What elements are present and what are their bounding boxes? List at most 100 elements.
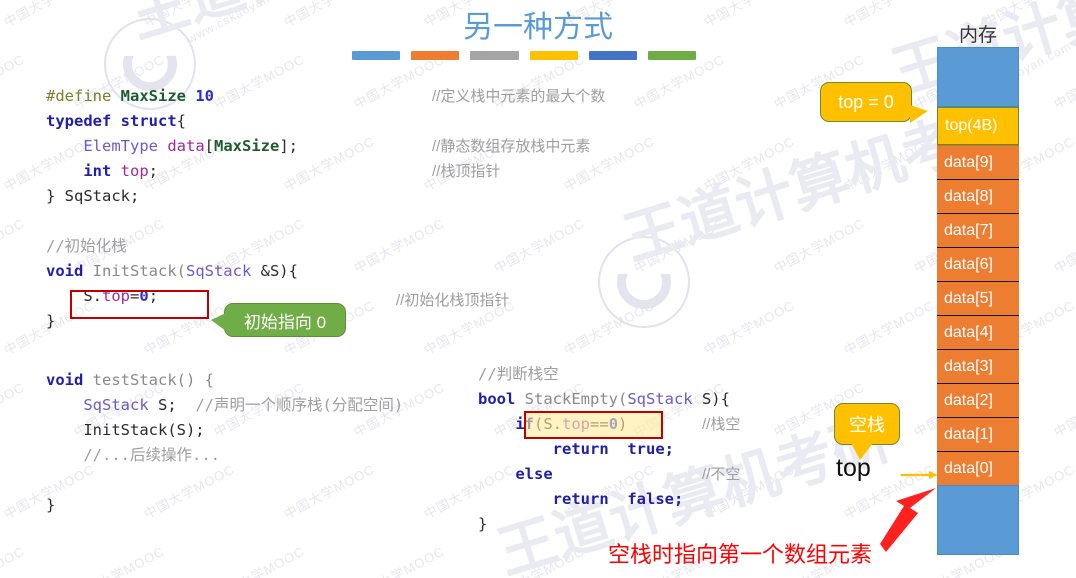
memory-free-region-bottom	[937, 485, 1019, 555]
top-pointer-arrow-icon	[900, 470, 938, 480]
callout-top-equals-zero: top = 0	[820, 82, 928, 123]
title-bar-3	[470, 51, 519, 60]
code-initstack-param-rest: &S){	[251, 262, 298, 280]
title-bar-5	[588, 51, 637, 60]
memory-cell-data1: data[1]	[937, 417, 1019, 451]
comment-init-top-pointer: //初始化栈顶指针	[396, 292, 510, 309]
memory-free-region-top	[937, 47, 1019, 107]
code-teststack-close: }	[46, 496, 56, 514]
title-bar-2	[411, 51, 460, 60]
callout-empty-stack: 空栈	[834, 403, 900, 460]
comment-top-pointer: //栈顶指针	[432, 163, 501, 180]
watermark-text: 中国大学MOOC	[491, 215, 588, 276]
memory-column-label: 内存	[958, 25, 997, 46]
callout-tail-right-icon	[910, 105, 928, 123]
code-data-field: data	[167, 137, 205, 155]
code-return-true-val: true;	[608, 440, 674, 458]
code-void-keyword: void	[46, 262, 84, 280]
memory-cell-top: top(4B)	[937, 107, 1019, 145]
code-return-false-kw: return	[552, 490, 609, 508]
watermark-text: 中国大学MOOC	[841, 297, 938, 358]
code-define-keyword: #define	[46, 87, 112, 105]
bottom-annotation-note: 空栈时指向第一个数组元素	[608, 542, 873, 567]
code-int-keyword: int	[83, 162, 112, 180]
watermark-logo-icon	[598, 236, 690, 328]
code-test-stack: void testStack() { SqStack S; //声明一个顺序栈(…	[46, 368, 403, 518]
highlight-box-top-assign	[70, 290, 209, 319]
code-struct-definition: #define MaxSize 10 typedef struct{ ElemT…	[46, 84, 298, 209]
code-stackempty-close: }	[478, 515, 488, 533]
comment-stack-not-empty-case: //不空	[702, 466, 741, 483]
memory-cell-data9: data[9]	[937, 145, 1019, 179]
code-semicolon: ;	[148, 162, 159, 180]
code-initstack-name: InitStack(	[83, 262, 186, 280]
callout-init-points-zero-label: 初始指向 0	[243, 312, 327, 332]
code-return-false-val: false;	[608, 490, 684, 508]
callout-tail-left-icon	[211, 313, 226, 331]
code-stackempty-param-type: SqStack	[627, 390, 693, 408]
code-elemtype: ElemType	[83, 137, 158, 155]
watermark-text: 中国大学MOOC	[0, 215, 28, 276]
code-return-true-kw: return	[552, 440, 609, 458]
watermark-text: 中国大学MOOC	[631, 215, 728, 276]
memory-cell-data7: data[7]	[937, 213, 1019, 247]
code-teststack-name: testStack() {	[83, 371, 214, 389]
top-pointer-label: top	[836, 454, 871, 482]
watermark-text: 中国大学MOOC	[211, 543, 308, 578]
code-maxsize-value: 10	[195, 87, 215, 105]
title-bar-6	[647, 51, 697, 60]
callout-init-points-zero: 初始指向 0	[211, 303, 346, 337]
code-maxsize-macro: MaxSize	[120, 87, 186, 105]
callout-empty-stack-label: 空栈	[849, 415, 885, 435]
memory-cell-data4: data[4]	[937, 315, 1019, 349]
code-brace-close: }	[46, 187, 56, 205]
code-teststack-void: void	[46, 371, 84, 389]
code-decl-comment: //声明一个顺序栈(分配空间)	[195, 396, 404, 414]
code-else-keyword: else	[515, 465, 553, 483]
watermark-text: 中国大学MOOC	[561, 297, 658, 358]
code-stackempty-param-rest: S){	[692, 390, 730, 408]
watermark-text: 中国大学MOOC	[701, 133, 798, 194]
comment-max-elements: //定义栈中元素的最大个数	[432, 88, 606, 105]
slide-title: 另一种方式	[463, 11, 613, 44]
code-stack-empty: //判断栈空 bool StackEmpty(SqStack S){ if(S.…	[478, 362, 730, 537]
watermark-text: 中国大学MOOC	[841, 133, 938, 194]
memory-cell-data0: data[0]	[937, 451, 1019, 485]
watermark-text: 中国大学MOOC	[491, 543, 588, 578]
title-bar-1	[352, 51, 401, 60]
watermark-text: 中国大学MOOC	[0, 543, 28, 578]
memory-column: top(4B) data[9] data[8] data[7] data[6] data[…	[937, 47, 1019, 557]
code-decl-var: S;	[148, 396, 177, 414]
code-array-size: MaxSize	[214, 137, 280, 155]
memory-cell-data5: data[5]	[937, 281, 1019, 315]
code-bracket-open: [	[204, 137, 214, 155]
red-annotation-arrow-icon	[880, 488, 936, 552]
code-followup-comment: //...后续操作...	[83, 446, 220, 464]
callout-top-equals-zero-label: top = 0	[838, 91, 894, 112]
memory-cell-data8: data[8]	[937, 179, 1019, 213]
code-brace-open: {	[176, 112, 186, 130]
watermark-text: 中国大学MOOC	[701, 297, 798, 358]
code-stackempty-name: StackEmpty(	[515, 390, 628, 408]
watermark-text: 中国大学MOOC	[0, 51, 28, 112]
code-sqstack-typename: SqStack;	[55, 187, 140, 205]
watermark-text: 中国大学MOOC	[0, 379, 28, 440]
watermark-text: 中国大学MOOC	[771, 215, 868, 276]
memory-cell-data6: data[6]	[937, 247, 1019, 281]
code-bool-keyword: bool	[478, 390, 516, 408]
title-underline-bars	[352, 51, 697, 60]
comment-stack-empty-case: //栈空	[702, 416, 741, 433]
code-initstack-param-type: SqStack	[185, 262, 252, 280]
memory-cell-data3: data[3]	[937, 349, 1019, 383]
watermark-text: 中国大学MOOC	[351, 215, 448, 276]
watermark-text: 中国大学MOOC	[1051, 543, 1076, 578]
code-top-field: top	[120, 162, 149, 180]
watermark-text: 中国大学MOOC	[1051, 379, 1076, 440]
code-call-initstack: InitStack(S);	[83, 421, 205, 439]
code-decl-sqstack: SqStack	[83, 396, 149, 414]
watermark-text: 中国大学MOOC	[1051, 51, 1076, 112]
code-bracket-close: ];	[279, 137, 298, 155]
code-empty-comment: //判断栈空	[478, 365, 559, 383]
comment-static-array: //静态数组存放栈中元素	[432, 138, 591, 155]
title-bar-4	[529, 51, 578, 60]
